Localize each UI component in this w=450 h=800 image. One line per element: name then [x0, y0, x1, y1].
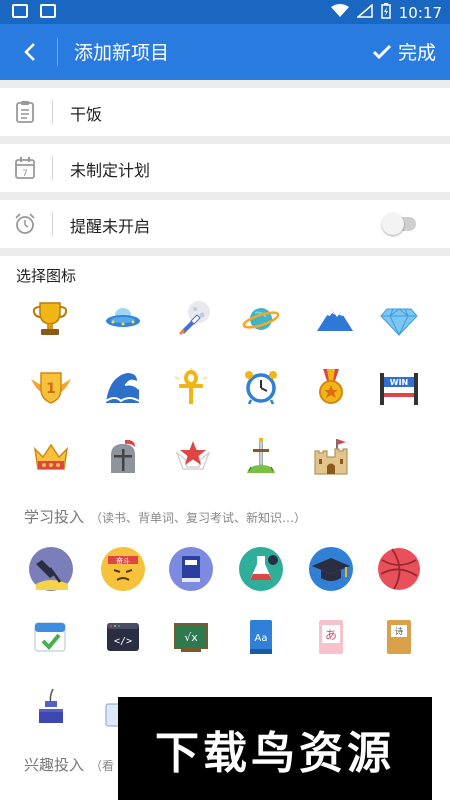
toggle-knob	[382, 213, 404, 235]
battery-icon	[381, 3, 391, 23]
divider-gap	[0, 248, 450, 256]
divider-gap	[0, 80, 450, 88]
reminder-value: 提醒未开启	[70, 217, 151, 236]
calendar-check-icon[interactable]	[26, 612, 76, 662]
svg-text:√x: √x	[184, 631, 198, 644]
study-section-title: 学习投入 （读书、背单词、复习考试、新知识…）	[24, 506, 306, 527]
japanese-card-icon[interactable]: あ	[306, 612, 356, 662]
clipboard-icon	[16, 101, 34, 123]
mountain-icon[interactable]	[310, 294, 360, 344]
knight-helmet-icon[interactable]	[98, 432, 148, 482]
page-title: 添加新项目	[74, 42, 170, 64]
dictionary-icon[interactable]: Aa	[236, 612, 286, 662]
watermark-overlay: 下载鸟资源	[118, 697, 432, 800]
math-blackboard-icon[interactable]: √x	[166, 612, 216, 662]
svg-text:WIN: WIN	[390, 378, 409, 387]
clock-time: 10:17	[398, 4, 442, 22]
diamond-icon[interactable]	[374, 294, 424, 344]
choose-icon-title: 选择图标	[16, 267, 77, 285]
field-separator	[52, 100, 53, 124]
field-separator	[52, 156, 53, 180]
study-title: 学习投入	[24, 508, 85, 526]
svg-text:奋斗: 奋斗	[116, 556, 130, 565]
svg-text:</>: </>	[114, 636, 132, 647]
ink-bottle-icon[interactable]	[26, 682, 76, 732]
calendar-icon: 7	[15, 157, 35, 179]
plan-field[interactable]: 7 未制定计划	[0, 144, 450, 192]
image-icon	[40, 4, 56, 18]
check-icon	[372, 44, 392, 59]
app-bar-divider	[57, 38, 58, 66]
reminder-toggle[interactable]	[382, 213, 416, 235]
hobby-title: 兴趣投入	[24, 756, 85, 774]
name-value: 干饭	[70, 105, 103, 124]
book-icon[interactable]	[166, 544, 216, 594]
win-finish-line-icon[interactable]: WIN	[374, 362, 424, 412]
trophy-icon[interactable]	[25, 294, 75, 344]
graduation-cap-icon[interactable]	[306, 544, 356, 594]
crown-icon[interactable]	[26, 432, 76, 482]
divider-gap	[0, 192, 450, 200]
alarm-clock-icon	[15, 213, 35, 234]
ufo-icon[interactable]	[98, 294, 148, 344]
ankh-icon[interactable]	[166, 362, 216, 412]
signal-icon	[355, 3, 373, 22]
svg-text:あ: あ	[325, 628, 337, 642]
code-terminal-icon[interactable]: </>	[98, 612, 148, 662]
basketball-icon[interactable]	[374, 544, 424, 594]
first-place-wings-icon[interactable]: 1	[26, 362, 76, 412]
star-crown-icon[interactable]	[168, 432, 218, 482]
chevron-left-icon	[24, 43, 35, 61]
field-separator	[52, 212, 53, 236]
done-button[interactable]: 完成	[372, 38, 436, 65]
desk-lamp-icon[interactable]	[26, 544, 76, 594]
planet-icon[interactable]	[236, 294, 286, 344]
notebook-icon[interactable]: 诗	[374, 612, 424, 662]
lab-flask-icon[interactable]	[236, 544, 286, 594]
hobby-hint: （看	[90, 759, 115, 773]
plan-value: 未制定计划	[70, 161, 151, 180]
rocket-moon-icon[interactable]	[168, 294, 218, 344]
sword-in-stone-icon[interactable]	[236, 432, 286, 482]
study-hint: （读书、背单词、复习考试、新知识…）	[90, 511, 307, 525]
app-bar: 添加新项目 完成	[0, 24, 450, 80]
struggle-face-icon[interactable]: 奋斗	[98, 544, 148, 594]
done-label: 完成	[397, 42, 436, 64]
status-bar: 10:17	[0, 0, 450, 24]
keyboard-icon	[12, 4, 28, 18]
hobby-section-title: 兴趣投入 （看	[24, 754, 114, 775]
alarm-clock-icon[interactable]	[236, 362, 286, 412]
svg-text:7: 7	[22, 169, 28, 179]
svg-text:诗: 诗	[395, 626, 403, 636]
castle-icon[interactable]	[306, 432, 356, 482]
name-field[interactable]: 干饭	[0, 88, 450, 136]
svg-text:1: 1	[46, 381, 56, 397]
reminder-field[interactable]: 提醒未开启	[0, 200, 450, 248]
wave-icon[interactable]	[98, 362, 148, 412]
svg-text:Aa: Aa	[255, 633, 268, 644]
wifi-icon	[330, 4, 349, 22]
back-button[interactable]	[12, 34, 48, 70]
divider-gap	[0, 136, 450, 144]
medal-icon[interactable]	[306, 362, 356, 412]
